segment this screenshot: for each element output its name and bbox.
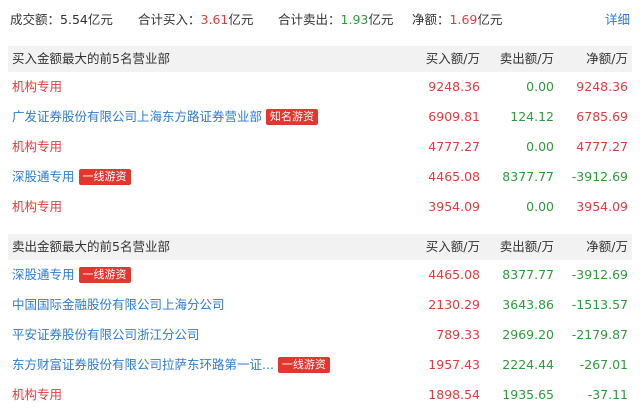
table-row: 深股通专用 一线游资 4465.08 8377.77 -3912.69 — [8, 260, 632, 290]
seat-name-link[interactable]: 广发证券股份有限公司上海东方路证券营业部 — [12, 109, 262, 124]
detail-link[interactable]: 详细 — [605, 11, 630, 29]
net-amount: -37.11 — [587, 387, 628, 402]
seat-name-cell: 机构专用 — [12, 380, 62, 410]
seat-name-link[interactable]: 深股通专用 — [12, 169, 75, 184]
trader-tag-badge: 一线游资 — [78, 169, 131, 185]
table-row: 机构专用 1898.54 1935.65 -37.11 — [8, 380, 632, 410]
seat-name-link[interactable]: 平安证券股份有限公司浙江分公司 — [12, 327, 200, 342]
table-title: 卖出金额最大的前5名营业部 — [12, 239, 170, 254]
seat-name-cell: 东方财富证券股份有限公司拉萨东环路第一证... 一线游资 — [12, 350, 330, 380]
total-buy-unit: 亿元 — [228, 12, 254, 27]
trader-tag-badge: 一线游资 — [78, 267, 131, 283]
seat-name-cell: 深股通专用 一线游资 — [12, 162, 131, 192]
net-amount: -1513.57 — [571, 297, 628, 312]
seat-name-link[interactable]: 机构专用 — [12, 139, 62, 154]
table-title: 买入金额最大的前5名营业部 — [12, 51, 170, 66]
table-row: 中国国际金融股份有限公司上海分公司 2130.29 3643.86 -1513.57 — [8, 290, 632, 320]
seat-name-cell: 机构专用 — [12, 132, 62, 162]
table-header: 卖出金额最大的前5名营业部 买入额/万 卖出额/万 净额/万 — [8, 234, 632, 260]
seat-name-link[interactable]: 机构专用 — [12, 387, 62, 402]
table-row: 广发证券股份有限公司上海东方路证券营业部 知名游资 6909.81 124.12 678… — [8, 102, 632, 132]
table-row: 机构专用 9248.36 0.00 9248.36 — [8, 72, 632, 102]
seat-name-link[interactable]: 深股通专用 — [12, 267, 75, 282]
total-sell-value: 1.93 — [340, 12, 369, 27]
seat-name-cell: 机构专用 — [12, 192, 62, 222]
seat-name-cell: 机构专用 — [12, 72, 62, 102]
net-amount: -3912.69 — [571, 169, 628, 184]
table-row: 机构专用 4777.27 0.00 4777.27 — [8, 132, 632, 162]
net-unit: 亿元 — [477, 12, 503, 27]
net-amount: 4777.27 — [576, 139, 628, 154]
seat-name-cell: 深股通专用 一线游资 — [12, 260, 131, 290]
net-summary: 净额：1.69亿元 — [412, 11, 502, 29]
turnover-value: 5.54 — [60, 12, 88, 27]
net-amount: 9248.36 — [576, 79, 628, 94]
seat-name-cell: 广发证券股份有限公司上海东方路证券营业部 知名游资 — [12, 102, 319, 132]
trader-tag-badge: 知名游资 — [266, 109, 319, 125]
net-amount: 3954.09 — [576, 199, 628, 214]
total-buy-summary: 合计买入：3.61亿元 — [138, 11, 253, 29]
total-sell-label: 合计卖出： — [278, 12, 341, 27]
table-row: 机构专用 3954.09 0.00 3954.09 — [8, 192, 632, 222]
net-amount: -2179.87 — [571, 327, 628, 342]
net-amount: 6785.69 — [576, 109, 628, 124]
table-row: 平安证券股份有限公司浙江分公司 789.33 2969.20 -2179.87 — [8, 320, 632, 350]
trader-tag-badge: 一线游资 — [277, 357, 330, 373]
total-buy-value: 3.61 — [200, 12, 229, 27]
table-row: 东方财富证券股份有限公司拉萨东环路第一证... 一线游资 1957.43 2224.4… — [8, 350, 632, 380]
net-label: 净额： — [412, 12, 450, 27]
turnover-label: 成交额： — [10, 12, 61, 27]
table-header: 买入金额最大的前5名营业部 买入额/万 卖出额/万 净额/万 — [8, 46, 632, 72]
seat-name-link[interactable]: 机构专用 — [12, 199, 62, 214]
seat-name-cell: 平安证券股份有限公司浙江分公司 — [12, 320, 200, 350]
net-amount: -267.01 — [579, 357, 628, 372]
net-column-header: 净额/万 — [586, 51, 628, 66]
turnover-unit: 亿元 — [87, 12, 113, 27]
total-sell-unit: 亿元 — [368, 12, 394, 27]
turnover-summary: 成交额：5.54亿元 — [10, 11, 113, 29]
table-row: 深股通专用 一线游资 4465.08 8377.77 -3912.69 — [8, 162, 632, 192]
seat-name-link[interactable]: 机构专用 — [12, 79, 62, 94]
net-amount: -3912.69 — [571, 267, 628, 282]
seat-name-link[interactable]: 东方财富证券股份有限公司拉萨东环路第一证... — [12, 357, 274, 372]
seat-name-link[interactable]: 中国国际金融股份有限公司上海分公司 — [12, 297, 225, 312]
summary-bar: 成交额：5.54亿元 合计买入：3.61亿元 合计卖出：1.93亿元 净额：1.… — [0, 0, 640, 40]
total-buy-label: 合计买入： — [138, 12, 201, 27]
net-column-header: 净额/万 — [586, 239, 628, 254]
total-sell-summary: 合计卖出：1.93亿元 — [278, 11, 393, 29]
seat-name-cell: 中国国际金融股份有限公司上海分公司 — [12, 290, 225, 320]
net-value: 1.69 — [449, 12, 478, 27]
